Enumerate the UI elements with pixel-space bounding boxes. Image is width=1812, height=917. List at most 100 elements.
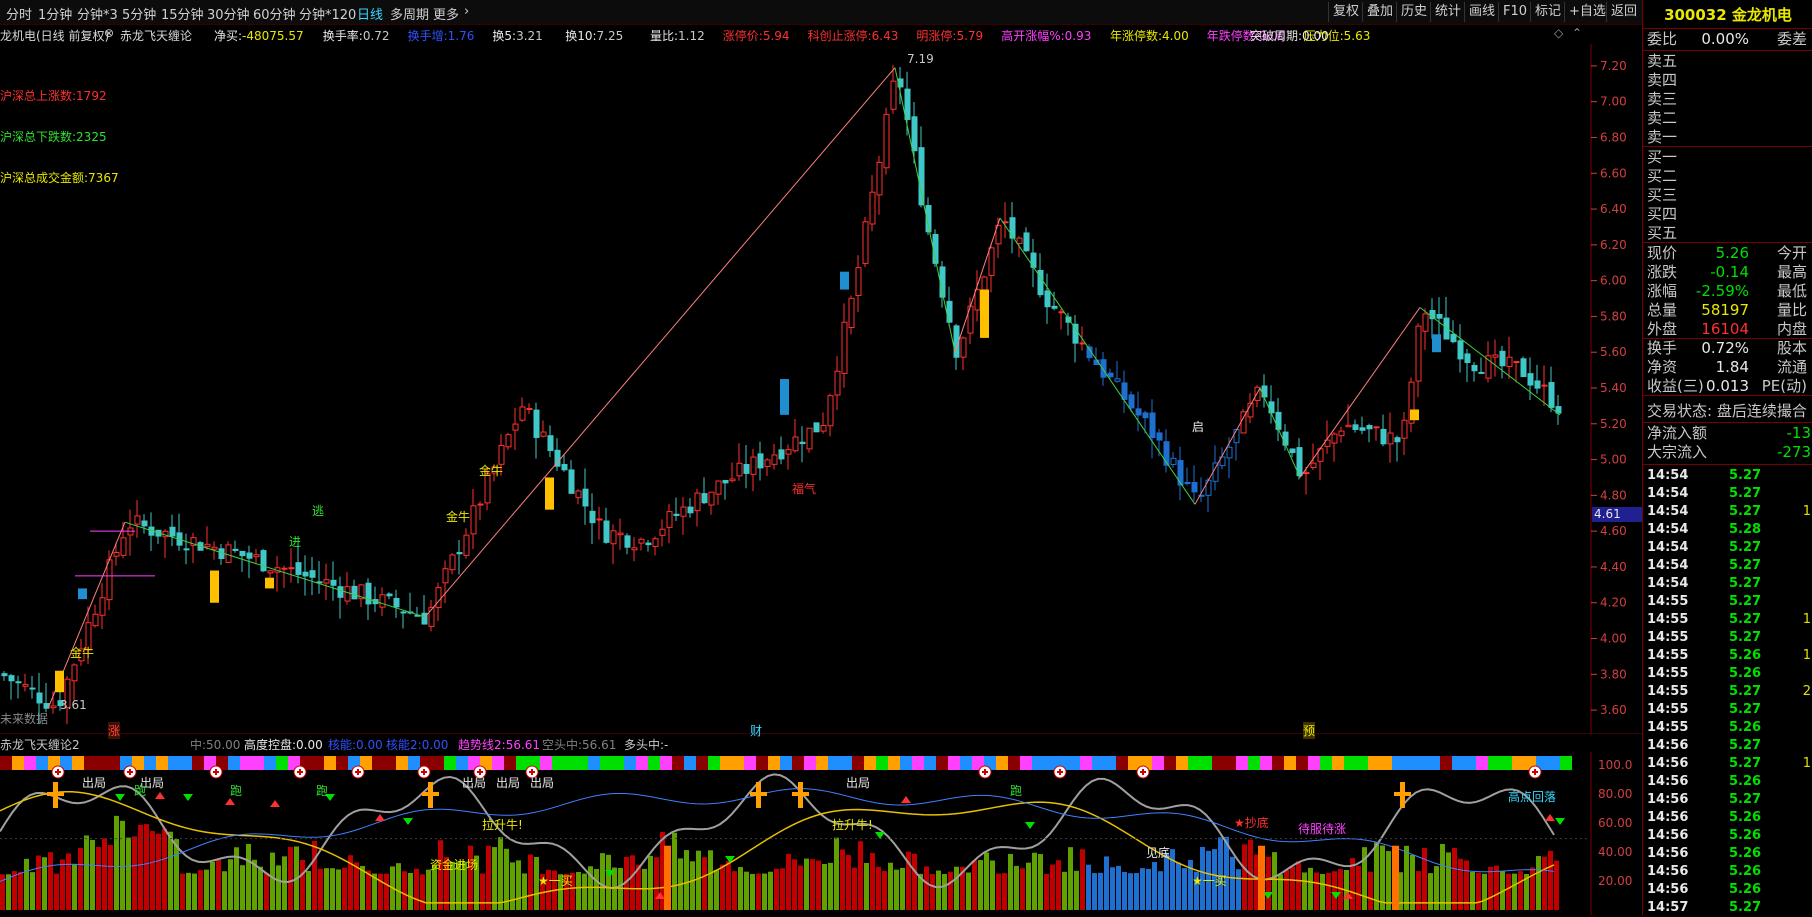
zigzag-segment (1194, 387, 1261, 505)
tick-time: 14:56 (1647, 828, 1689, 843)
candle-body (813, 422, 820, 433)
bid-level[interactable]: 买一 (1645, 148, 1811, 167)
fuquan-button[interactable]: 复权 (1328, 2, 1363, 22)
period-tab-60min[interactable]: 60分钟 (253, 4, 296, 23)
tick-price: 5.26 (1729, 774, 1762, 789)
draw-line-button[interactable]: 画线 (1464, 2, 1499, 22)
quote-label-right: 最高 (1776, 263, 1807, 281)
candle-body (1107, 372, 1114, 378)
quote-value: 0.72% (1701, 339, 1749, 357)
tick-row: 14:56 5.26 (1645, 863, 1811, 881)
zigzag-segment (124, 521, 426, 618)
price-axis-label: 6.60 (1600, 166, 1627, 180)
candle-body (1156, 432, 1163, 441)
candle-body (715, 480, 722, 495)
period-tab-daily[interactable]: 日线 (357, 4, 383, 23)
diamond-icon[interactable]: ◇ (1554, 26, 1563, 40)
back-button[interactable]: 返回 (1606, 2, 1641, 22)
signal-label: 跑 (1010, 784, 1023, 798)
candle-body (1142, 412, 1149, 419)
signal-label: 跑 (230, 784, 243, 798)
candle-body (1401, 419, 1408, 439)
price-axis-label: 4.20 (1600, 596, 1627, 610)
candle-body (848, 297, 855, 328)
tick-time: 14:56 (1647, 792, 1689, 807)
candle-body (1380, 428, 1387, 445)
candle-body (1548, 382, 1555, 408)
candle-body (456, 552, 463, 555)
signal-bar (210, 570, 219, 603)
ask-label: 卖一 (1647, 128, 1678, 146)
quote-row: 换手 0.72% 股本 (1645, 339, 1811, 358)
add-watchlist-button[interactable]: +自选 (1564, 2, 1610, 22)
period-tab-more[interactable]: 更多 (433, 4, 459, 23)
tick-time: 14:55 (1647, 702, 1689, 717)
period-tab-1min[interactable]: 1分钟 (38, 4, 72, 23)
tick-price: 5.27 (1729, 684, 1762, 699)
price-axis-label: 5.20 (1600, 417, 1627, 431)
ask-level[interactable]: 卖五 (1645, 52, 1811, 71)
stat-label: 换5: (492, 29, 517, 43)
candle-body (1366, 425, 1373, 430)
ask-level[interactable]: 卖二 (1645, 109, 1811, 128)
candle-body (855, 267, 862, 297)
period-tab-15min[interactable]: 15分钟 (161, 4, 204, 23)
bid-level[interactable]: 买二 (1645, 167, 1811, 186)
bid-level[interactable]: 买三 (1645, 186, 1811, 205)
tick-row: 14:54 5.27 1 (1645, 503, 1811, 521)
period-tab-fenshi[interactable]: 分时 (6, 4, 32, 23)
ask-level[interactable]: 卖一 (1645, 128, 1811, 147)
tick-price: 5.27 (1729, 630, 1762, 645)
tick-price: 5.27 (1729, 900, 1762, 915)
price-axis-label: 6.40 (1600, 202, 1627, 216)
trade-status: 交易状态: 盘后连续撮合 (1647, 402, 1807, 420)
quote-label-right: 量比 (1776, 301, 1807, 319)
quote-value: 16104 (1701, 320, 1749, 338)
period-tab-multi[interactable]: 多周期 (390, 4, 429, 23)
bid-level[interactable]: 买四 (1645, 205, 1811, 224)
overlay-button[interactable]: 叠加 (1362, 2, 1397, 22)
indicator2-name[interactable]: 赤龙飞天缠论2 (0, 736, 80, 753)
f10-button[interactable]: F10 (1498, 2, 1531, 22)
candle-body (211, 546, 218, 550)
candle-body (1436, 314, 1443, 319)
indicator-name[interactable]: 赤龙飞天缠论 (120, 27, 192, 44)
candle-body (512, 423, 519, 431)
candle-body (1450, 333, 1457, 343)
stats-button[interactable]: 统计 (1430, 2, 1465, 22)
candle-body (239, 550, 246, 557)
kline-chart[interactable]: 7.20 7.00 6.80 6.60 6.40 6.20 6.00 5.80 5.60 5.40… (0, 44, 1642, 734)
period-tab-30min[interactable]: 30分钟 (207, 4, 250, 23)
signal-bar (1410, 409, 1419, 421)
ask-level[interactable]: 卖三 (1645, 90, 1811, 109)
chevron-up-icon[interactable]: ⌃ (1572, 26, 1582, 40)
ask-label: 卖四 (1647, 71, 1678, 89)
period-tab-5min[interactable]: 5分钟 (122, 4, 156, 23)
chevron-right-icon[interactable]: › (464, 4, 469, 19)
candle-body (1100, 359, 1107, 378)
history-button[interactable]: 历史 (1396, 2, 1431, 22)
chart-header: 龙机电(日线 前复权) ⊗ 赤龙飞天缠论 净买:-48075.57 换手率:0.7… (0, 26, 1590, 44)
quote-label-right: 流通 (1776, 358, 1807, 376)
tick-row: 14:55 5.26 (1645, 719, 1811, 737)
tick-time: 14:54 (1647, 540, 1689, 555)
candle-body (15, 681, 22, 684)
quote-label: 外盘 (1647, 320, 1678, 338)
tick-volume: 1 (1802, 756, 1811, 771)
candle-body (974, 289, 981, 311)
candle-body (673, 513, 680, 517)
mark-button[interactable]: 标记 (1530, 2, 1565, 22)
header-stat: 换手率:0.72 (323, 27, 390, 44)
bid-level[interactable]: 买五 (1645, 224, 1811, 243)
bid-label: 买一 (1647, 148, 1678, 166)
stat-value: 0.00 (1302, 29, 1329, 43)
stock-title: 300032 金龙机电 (1643, 4, 1812, 26)
period-tab-3min[interactable]: 分钟*3 (77, 4, 118, 23)
candle-body (470, 505, 477, 535)
indicator2-stat: 核能:0.00 (328, 736, 383, 753)
period-tab-120min[interactable]: 分钟*120 (299, 4, 356, 23)
ask-level[interactable]: 卖四 (1645, 71, 1811, 90)
candle-body (120, 537, 127, 556)
settings-icon[interactable]: ⊗ (104, 26, 114, 40)
bid-label: 买二 (1647, 167, 1678, 185)
